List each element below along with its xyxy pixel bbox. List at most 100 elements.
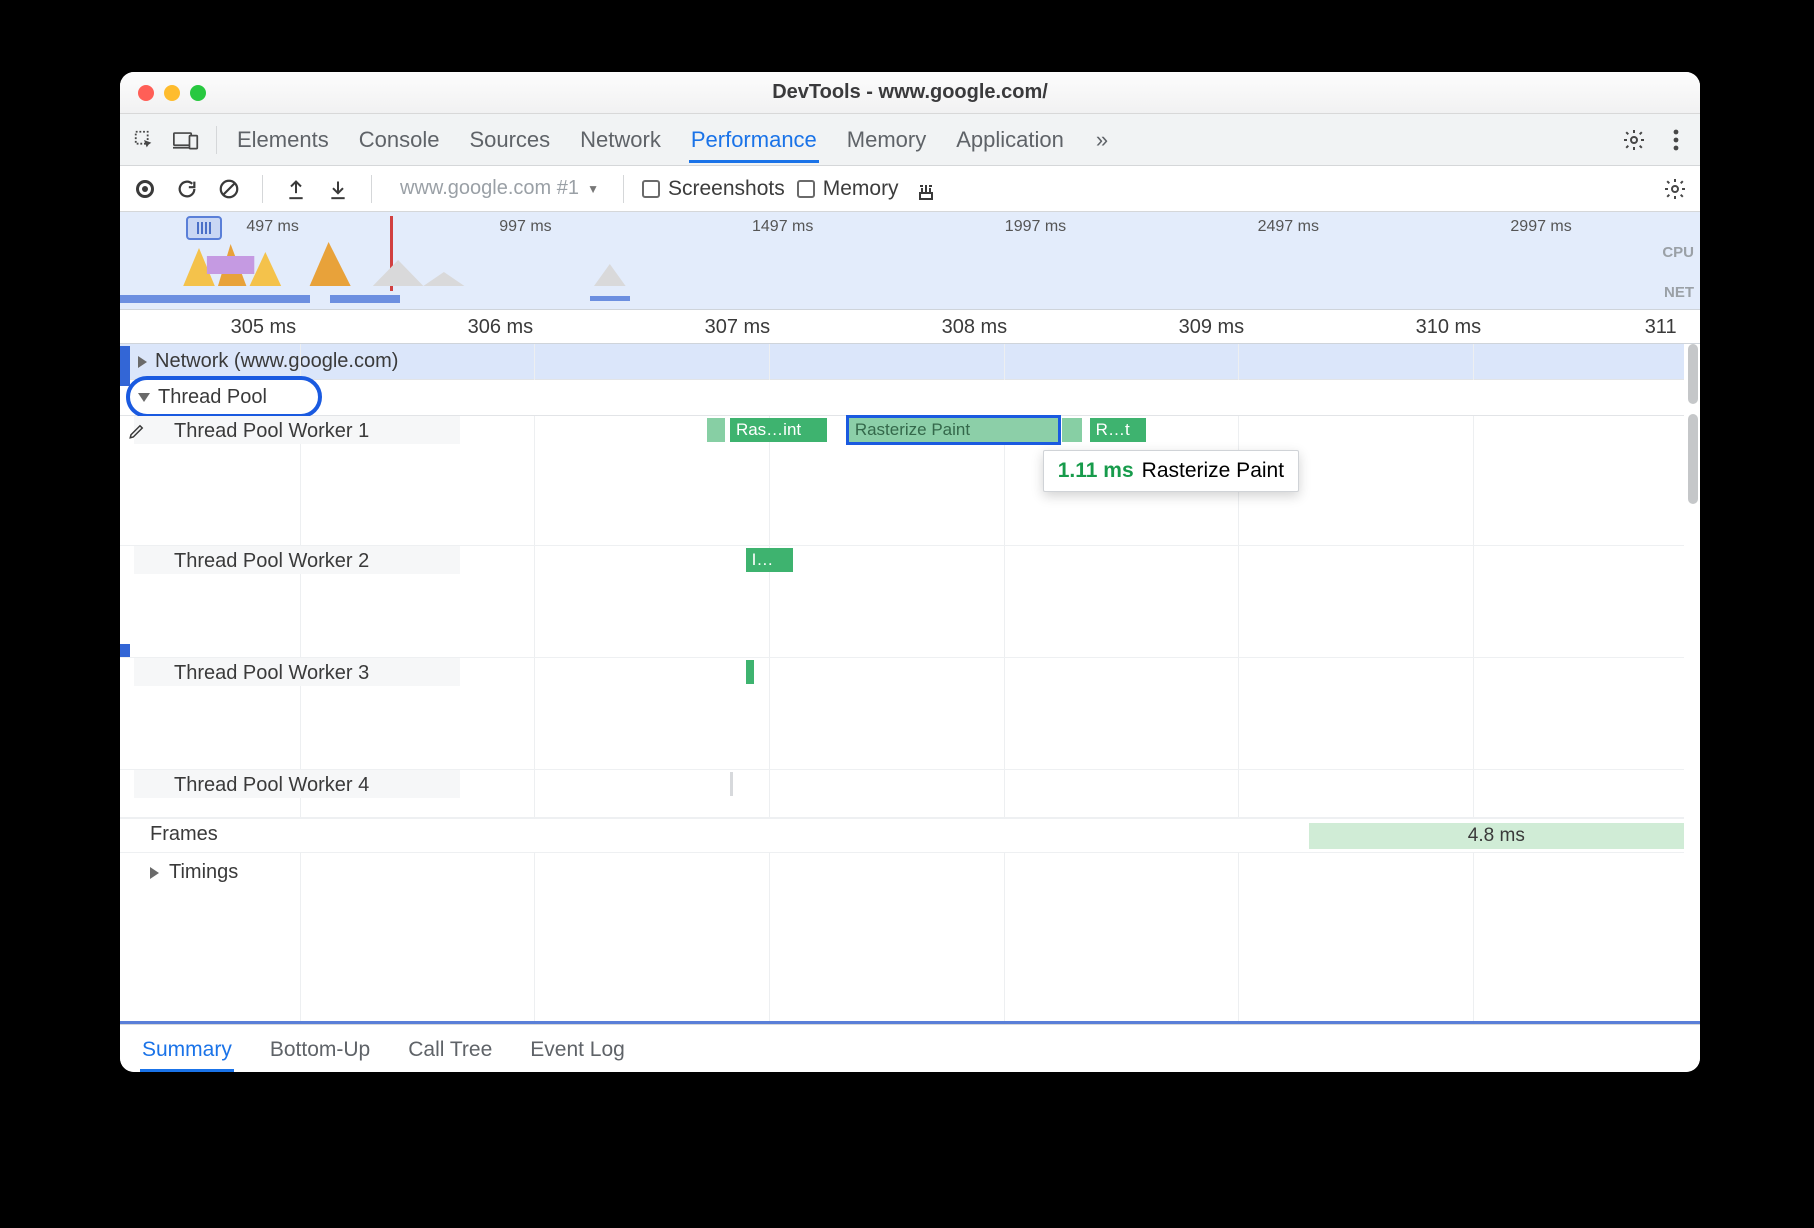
disclosure-triangle-icon bbox=[150, 867, 159, 879]
titlebar: DevTools - www.google.com/ bbox=[120, 72, 1700, 114]
frames-label: Frames bbox=[150, 823, 218, 846]
net-label: NET bbox=[1664, 284, 1694, 301]
selection-gutter-mark bbox=[120, 346, 130, 386]
net-overview-bar bbox=[330, 295, 400, 303]
overview-tick: 2997 ms bbox=[1510, 218, 1571, 236]
flame-bar[interactable]: I… bbox=[746, 548, 793, 572]
panel-tabs: Elements Console Sources Network Perform… bbox=[229, 117, 1112, 163]
tab-network[interactable]: Network bbox=[578, 117, 663, 163]
tab-performance[interactable]: Performance bbox=[689, 117, 819, 163]
net-overview-bar bbox=[120, 295, 310, 303]
thread-pool-worker-1-track[interactable]: Thread Pool Worker 1 Ras…int Rasterize P… bbox=[120, 416, 1684, 546]
timeline-overview[interactable]: 497 ms 997 ms 1497 ms 1997 ms 2497 ms 29… bbox=[120, 212, 1700, 310]
window-zoom-button[interactable] bbox=[190, 85, 206, 101]
tab-console[interactable]: Console bbox=[357, 117, 442, 163]
tooltip-name: Rasterize Paint bbox=[1142, 459, 1284, 482]
overview-tick: 997 ms bbox=[499, 218, 551, 236]
details-tabbar: Summary Bottom-Up Call Tree Event Log bbox=[120, 1024, 1700, 1072]
thread-pool-section-header[interactable]: Thread Pool bbox=[120, 380, 1684, 416]
thread-pool-worker-4-track[interactable]: Thread Pool Worker 4 bbox=[120, 770, 1684, 818]
ruler-tick: 308 ms bbox=[942, 316, 1008, 339]
thread-pool-worker-3-track[interactable]: Thread Pool Worker 3 bbox=[120, 658, 1684, 770]
flame-bar[interactable] bbox=[746, 660, 754, 684]
network-section-header[interactable]: Network (www.google.com) bbox=[120, 344, 1684, 380]
divider bbox=[623, 175, 624, 203]
record-button[interactable] bbox=[130, 174, 160, 204]
performance-toolbar: www.google.com #1 ▼ Screenshots Memory bbox=[120, 166, 1700, 212]
overview-tick: 1497 ms bbox=[752, 218, 813, 236]
ruler-tick: 307 ms bbox=[705, 316, 771, 339]
hover-tooltip: 1.11 ms Rasterize Paint bbox=[1043, 450, 1299, 492]
tab-memory[interactable]: Memory bbox=[845, 117, 928, 163]
flame-bar[interactable] bbox=[707, 418, 726, 442]
details-tab-summary[interactable]: Summary bbox=[140, 1028, 234, 1072]
frame-bar[interactable]: 4.8 ms bbox=[1309, 823, 1684, 849]
window-minimize-button[interactable] bbox=[164, 85, 180, 101]
memory-checkbox[interactable]: Memory bbox=[797, 177, 899, 201]
screenshots-checkbox[interactable]: Screenshots bbox=[642, 177, 785, 201]
details-tab-bottom-up[interactable]: Bottom-Up bbox=[268, 1028, 372, 1072]
ruler-tick: 305 ms bbox=[231, 316, 297, 339]
thread-pool-worker-2-track[interactable]: Thread Pool Worker 2 I… bbox=[120, 546, 1684, 658]
flamechart-body: Network (www.google.com) Thread Pool Thr… bbox=[120, 344, 1700, 1021]
overview-tick: 497 ms bbox=[246, 218, 298, 236]
clear-button[interactable] bbox=[214, 174, 244, 204]
more-tabs-icon[interactable]: » bbox=[1092, 127, 1112, 153]
overview-selection-handle[interactable] bbox=[186, 216, 222, 240]
profile-select[interactable]: www.google.com #1 ▼ bbox=[390, 177, 605, 200]
tab-elements[interactable]: Elements bbox=[235, 117, 331, 163]
worker-3-label: Thread Pool Worker 3 bbox=[174, 662, 369, 685]
garbage-collect-icon[interactable] bbox=[911, 174, 941, 204]
screenshots-label: Screenshots bbox=[668, 177, 785, 201]
panel-tabbar: Elements Console Sources Network Perform… bbox=[120, 114, 1700, 166]
disclosure-triangle-icon bbox=[138, 356, 147, 368]
net-overview-bar bbox=[590, 296, 630, 301]
profile-select-value: www.google.com #1 bbox=[390, 175, 605, 201]
vertical-scrollbar[interactable] bbox=[1686, 344, 1698, 1021]
flame-bar[interactable] bbox=[730, 772, 733, 796]
reload-record-button[interactable] bbox=[172, 174, 202, 204]
download-profile-icon[interactable] bbox=[323, 174, 353, 204]
overview-tick: 1997 ms bbox=[1005, 218, 1066, 236]
divider bbox=[262, 175, 263, 203]
flame-bar[interactable] bbox=[1062, 418, 1082, 442]
checkbox-icon bbox=[797, 180, 815, 198]
inspect-element-icon[interactable] bbox=[126, 122, 162, 158]
devtools-window: DevTools - www.google.com/ Elements Cons… bbox=[120, 72, 1700, 1072]
window-close-button[interactable] bbox=[138, 85, 154, 101]
tab-application[interactable]: Application bbox=[954, 117, 1066, 163]
flame-bar-rasterize-a[interactable]: Ras…int bbox=[730, 418, 827, 442]
traffic-lights bbox=[120, 85, 206, 101]
divider bbox=[371, 175, 372, 203]
details-tab-event-log[interactable]: Event Log bbox=[528, 1028, 627, 1072]
flame-bar-rasterize-c[interactable]: R…t bbox=[1090, 418, 1146, 442]
network-section-label: Network (www.google.com) bbox=[155, 350, 398, 373]
device-toolbar-icon[interactable] bbox=[168, 122, 204, 158]
divider bbox=[216, 126, 217, 154]
settings-icon[interactable] bbox=[1616, 122, 1652, 158]
annotation-highlight bbox=[126, 376, 322, 418]
window-title: DevTools - www.google.com/ bbox=[120, 81, 1700, 104]
ruler-tick: 306 ms bbox=[468, 316, 534, 339]
ruler-tick: 310 ms bbox=[1416, 316, 1482, 339]
upload-profile-icon[interactable] bbox=[281, 174, 311, 204]
overview-ticks: 497 ms 997 ms 1497 ms 1997 ms 2497 ms 29… bbox=[120, 218, 1700, 238]
kebab-menu-icon[interactable] bbox=[1658, 122, 1694, 158]
overview-tick: 2497 ms bbox=[1258, 218, 1319, 236]
chevron-down-icon: ▼ bbox=[587, 182, 599, 196]
cpu-overview-chart bbox=[120, 238, 1700, 286]
capture-settings-icon[interactable] bbox=[1660, 174, 1690, 204]
scrollbar-thumb[interactable] bbox=[1688, 344, 1698, 404]
edit-icon[interactable] bbox=[128, 422, 146, 440]
tooltip-duration: 1.11 ms bbox=[1058, 459, 1134, 482]
scrollbar-thumb[interactable] bbox=[1688, 414, 1698, 504]
ruler-tick: 309 ms bbox=[1179, 316, 1245, 339]
detailed-ruler[interactable]: 305 ms 306 ms 307 ms 308 ms 309 ms 310 m… bbox=[120, 310, 1700, 344]
frames-track[interactable]: Frames 4.8 ms bbox=[120, 818, 1684, 852]
details-tab-call-tree[interactable]: Call Tree bbox=[406, 1028, 494, 1072]
tab-sources[interactable]: Sources bbox=[467, 117, 552, 163]
memory-label: Memory bbox=[823, 177, 899, 201]
worker-2-label: Thread Pool Worker 2 bbox=[174, 550, 369, 573]
timings-section-header[interactable]: Timings bbox=[120, 852, 1684, 892]
flame-bar-rasterize-selected[interactable]: Rasterize Paint bbox=[849, 418, 1059, 442]
